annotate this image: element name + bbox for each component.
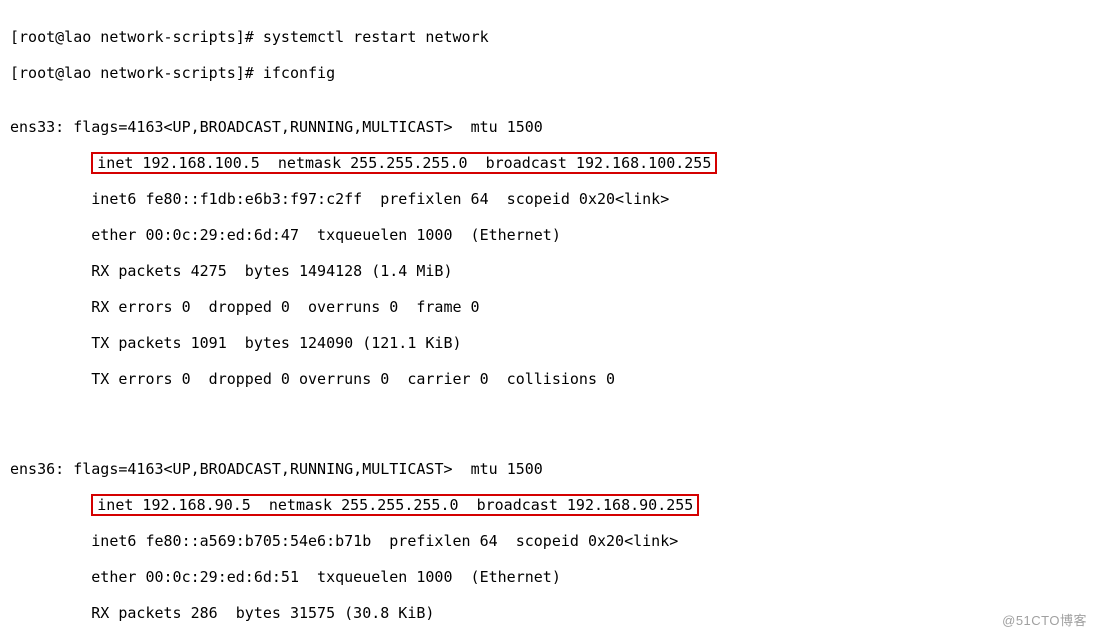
if-ens33-txe: TX errors 0 dropped 0 overruns 0 carrier… xyxy=(10,370,1085,388)
if-ens33-inet-row: inet 192.168.100.5 netmask 255.255.255.0… xyxy=(10,154,1085,172)
if-ens33-txp: TX packets 1091 bytes 124090 (121.1 KiB) xyxy=(10,334,1085,352)
if-ens36-header: ens36: flags=4163<UP,BROADCAST,RUNNING,M… xyxy=(10,460,1085,478)
if-ens33-ether: ether 00:0c:29:ed:6d:47 txqueuelen 1000 … xyxy=(10,226,1085,244)
highlight-ens36-inet: inet 192.168.90.5 netmask 255.255.255.0 … xyxy=(91,494,699,516)
terminal-output: [root@lao network-scripts]# systemctl re… xyxy=(0,0,1095,636)
if-ens36-rxp: RX packets 286 bytes 31575 (30.8 KiB) xyxy=(10,604,1085,622)
highlight-ens33-inet: inet 192.168.100.5 netmask 255.255.255.0… xyxy=(91,152,717,174)
if-ens36-flags: flags=4163<UP,BROADCAST,RUNNING,MULTICAS… xyxy=(64,460,543,478)
if-ens33-rxp: RX packets 4275 bytes 1494128 (1.4 MiB) xyxy=(10,262,1085,280)
if-ens33-inet6: inet6 fe80::f1db:e6b3:f97:c2ff prefixlen… xyxy=(10,190,1085,208)
shell-command-1: [root@lao network-scripts]# systemctl re… xyxy=(10,28,1085,46)
watermark-text: @51CTO博客 xyxy=(1002,612,1087,630)
if-ens36-ether: ether 00:0c:29:ed:6d:51 txqueuelen 1000 … xyxy=(10,568,1085,586)
if-ens33-header: ens33: flags=4163<UP,BROADCAST,RUNNING,M… xyxy=(10,118,1085,136)
if-ens33-flags: flags=4163<UP,BROADCAST,RUNNING,MULTICAS… xyxy=(64,118,543,136)
if-ens36-inet6: inet6 fe80::a569:b705:54e6:b71b prefixle… xyxy=(10,532,1085,550)
if-ens36-inet-row: inet 192.168.90.5 netmask 255.255.255.0 … xyxy=(10,496,1085,514)
if-ens33-rxe: RX errors 0 dropped 0 overruns 0 frame 0 xyxy=(10,298,1085,316)
shell-command-2: [root@lao network-scripts]# ifconfig xyxy=(10,64,1085,82)
if-ens33-name: ens33: xyxy=(10,118,64,136)
if-ens36-name: ens36: xyxy=(10,460,64,478)
blank-row xyxy=(10,406,1085,424)
